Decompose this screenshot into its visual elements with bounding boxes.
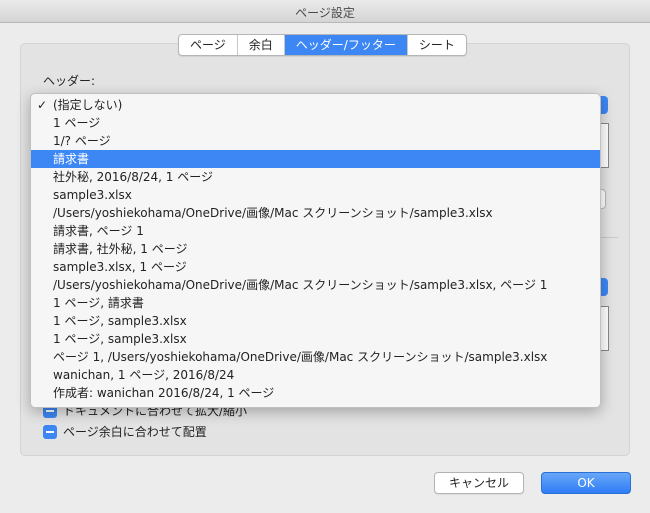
header-option-item[interactable]: 1 ページ [31,114,600,132]
header-option-label: 請求書 [53,152,90,166]
header-dropdown-menu: ✓ (指定しない) 1 ページ 1/? ページ 請求書社外秘, 2016/8/24, 1… [30,93,601,408]
header-option-item[interactable]: ページ 1, /Users/yoshiekohama/OneDrive/画像/M… [31,348,600,366]
header-option-item[interactable]: 1 ページ, 請求書 [31,294,600,312]
header-options-list: ✓ (指定しない) 1 ページ 1/? ページ 請求書社外秘, 2016/8/24, 1… [31,96,600,402]
header-option-item[interactable]: 社外秘, 2016/8/24, 1 ページ [31,168,600,186]
header-option-item[interactable]: /Users/yoshiekohama/OneDrive/画像/Mac スクリー… [31,204,600,222]
header-option-item[interactable]: sample3.xlsx [31,186,600,204]
header-option-label: sample3.xlsx [53,188,132,202]
title-bar: ページ設定 [0,0,650,23]
header-option-item[interactable]: wanichan, 1 ページ, 2016/8/24 [31,366,600,384]
header-option-label: 請求書, ページ 1 [53,224,144,238]
cancel-button[interactable]: キャンセル [434,472,524,494]
header-option-item[interactable]: 請求書 [31,150,600,168]
tab-bar: ページ 余白 ヘッダー/フッター シート [178,34,467,56]
header-option-label: wanichan, 1 ページ, 2016/8/24 [53,368,235,382]
header-option-item[interactable]: 1 ページ, sample3.xlsx [31,312,600,330]
ok-button[interactable]: OK [541,472,631,494]
tab-sheet[interactable]: シート [408,35,466,55]
tab-header-footer[interactable]: ヘッダー/フッター [284,35,408,55]
header-option-label: (指定しない) [53,98,123,112]
header-option-label: sample3.xlsx, 1 ページ [53,260,187,274]
header-option-item[interactable]: 請求書, ページ 1 [31,222,600,240]
header-option-item[interactable]: 1/? ページ [31,132,600,150]
header-option-item[interactable]: /Users/yoshiekohama/OneDrive/画像/Mac スクリー… [31,276,600,294]
window-title: ページ設定 [295,6,355,20]
header-option-label: /Users/yoshiekohama/OneDrive/画像/Mac スクリー… [53,278,548,292]
header-option-label: 1 ページ [53,116,101,130]
header-option-item[interactable]: sample3.xlsx, 1 ページ [31,258,600,276]
header-option-label: 1 ページ, 請求書 [53,296,144,310]
header-option-item[interactable]: 1 ページ, sample3.xlsx [31,330,600,348]
header-option-label: 1/? ページ [53,134,111,148]
checkmark-icon: ✓ [37,98,48,112]
header-option-label: 1 ページ, sample3.xlsx [53,314,187,328]
header-option-label: /Users/yoshiekohama/OneDrive/画像/Mac スクリー… [53,206,493,220]
header-option-item[interactable]: 請求書, 社外秘, 1 ページ [31,240,600,258]
section-divider [600,237,618,238]
align-with-margins-checkbox[interactable] [43,424,57,439]
header-option-label: 1 ページ, sample3.xlsx [53,332,187,346]
align-with-margins-option[interactable]: ページ余白に合わせて配置 [43,423,207,440]
tab-margins[interactable]: 余白 [238,35,285,55]
header-option-label: 社外秘, 2016/8/24, 1 ページ [53,170,213,184]
header-label: ヘッダー: [43,74,96,88]
header-option-label: 作成者: wanichan 2016/8/24, 1 ページ [53,386,275,400]
header-option-item[interactable]: 作成者: wanichan 2016/8/24, 1 ページ [31,384,600,402]
header-option-item[interactable]: ✓ (指定しない) [31,96,600,114]
tab-page[interactable]: ページ [179,35,238,55]
header-option-label: 請求書, 社外秘, 1 ページ [53,242,188,256]
align-with-margins-label: ページ余白に合わせて配置 [63,425,207,439]
header-option-label: ページ 1, /Users/yoshiekohama/OneDrive/画像/M… [53,350,548,364]
